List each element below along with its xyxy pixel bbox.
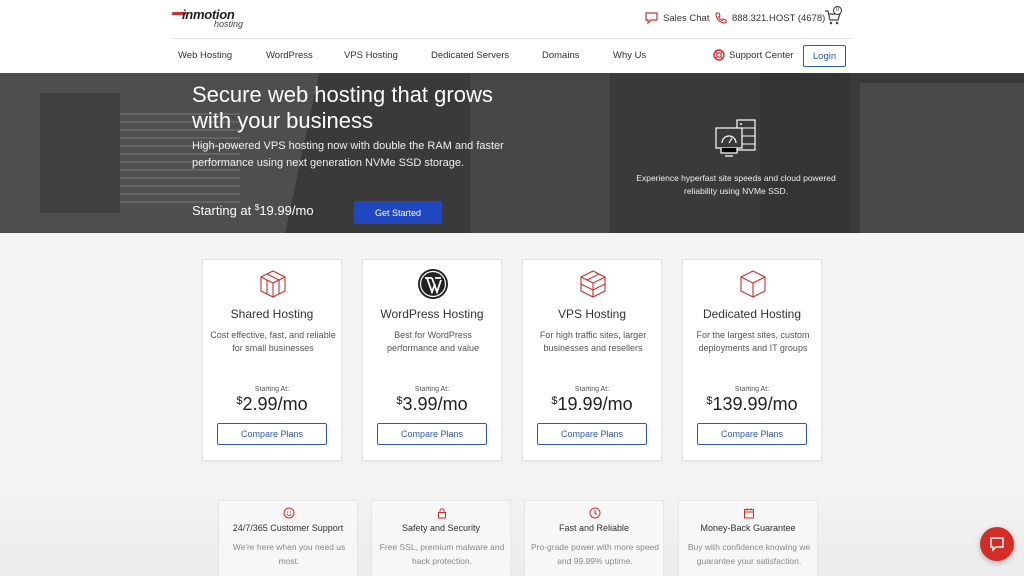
- hero-title: Secure web hosting that grows with your …: [192, 82, 493, 133]
- calendar-icon: [744, 508, 754, 519]
- card-price-unit: /mo: [437, 394, 468, 414]
- card-price-value: 139.99: [712, 394, 768, 414]
- feature-title: Fast and Reliable: [558, 523, 630, 533]
- phone-icon: [715, 12, 727, 24]
- feature-title: 24/7/365 Customer Support: [232, 523, 344, 533]
- card-price: $139.99/mo: [683, 394, 821, 415]
- get-started-button[interactable]: Get Started: [354, 201, 442, 224]
- card-description: For high traffic sites, larger businesse…: [539, 330, 647, 353]
- card-price-unit: /mo: [277, 394, 308, 414]
- card-price: $19.99/mo: [523, 394, 661, 415]
- nav-domains[interactable]: Domains: [542, 50, 580, 61]
- hero-price-suffix: /mo: [291, 203, 314, 218]
- cube-icon: [580, 270, 606, 298]
- sales-chat-link[interactable]: Sales Chat: [645, 11, 709, 25]
- hero-background-shape: [40, 93, 120, 213]
- hero-description: High-powered VPS hosting now with double…: [192, 140, 504, 169]
- sales-chat-label: Sales Chat: [663, 12, 710, 24]
- card-price-unit: /mo: [767, 394, 798, 414]
- smiley-icon: [283, 507, 295, 519]
- card-price-currency: $: [551, 395, 558, 407]
- hero-price-value: 19.99: [259, 203, 292, 218]
- nav-why-us[interactable]: Why Us: [613, 50, 646, 61]
- phone-number: 888.321.HOST (4678): [732, 12, 826, 24]
- card-price: $2.99/mo: [203, 394, 341, 415]
- feature-description: Pro-grade power with more speed and 99.9…: [530, 542, 660, 566]
- card-price-value: 3.99: [402, 394, 438, 414]
- live-chat-button[interactable]: [980, 527, 1014, 561]
- card-price-value: 2.99: [242, 394, 278, 414]
- support-center-label: Support Center: [729, 49, 794, 61]
- feature-description: Buy with confidence knowing we guarantee…: [687, 542, 811, 566]
- features-section: [0, 478, 1024, 576]
- shared-hosting-card: Shared Hosting Cost effective, fast, and…: [202, 259, 342, 461]
- chat-icon: [990, 537, 1004, 552]
- nav-vps-hosting[interactable]: VPS Hosting: [344, 50, 398, 61]
- card-title: Shared Hosting: [230, 307, 314, 321]
- hero-background-shape: [760, 73, 850, 233]
- logo-sub-text: hosting: [214, 19, 244, 29]
- wordpress-icon: [418, 269, 448, 299]
- compare-plans-button[interactable]: Compare Plans: [377, 423, 487, 445]
- dedicated-hosting-card: Dedicated Hosting For the largest sites,…: [682, 259, 822, 461]
- card-price-currency: $: [706, 395, 713, 407]
- card-title: WordPress Hosting: [380, 307, 484, 321]
- server-speed-icon: [715, 119, 756, 157]
- compare-plans-button[interactable]: Compare Plans: [217, 423, 327, 445]
- feature-safety-security: Safety and Security Free SSL, premium ma…: [371, 500, 511, 576]
- hero-price-prefix: Starting at: [192, 203, 255, 218]
- clock-icon: [589, 507, 601, 519]
- card-title: Dedicated Hosting: [702, 307, 802, 321]
- cart-count-badge: 0: [833, 6, 842, 15]
- lock-icon: [438, 508, 446, 519]
- card-description: Cost effective, fast, and reliable for s…: [210, 330, 336, 353]
- card-price-unit: /mo: [602, 394, 633, 414]
- phone-link[interactable]: 888.321.HOST (4678): [715, 11, 825, 25]
- card-starting-at: Starting At:: [254, 386, 290, 393]
- inmotion-logo[interactable]: inmotion hosting: [171, 7, 262, 31]
- support-center-link[interactable]: Support Center: [713, 49, 793, 61]
- hero-background-shape: [860, 83, 1024, 233]
- card-price-currency: $: [396, 395, 403, 407]
- top-bar: inmotion hosting Sales Chat 888.321.HOST…: [0, 0, 1024, 38]
- card-title: VPS Hosting: [557, 307, 627, 321]
- nav-dedicated-servers[interactable]: Dedicated Servers: [431, 50, 509, 61]
- nav-web-hosting[interactable]: Web Hosting: [178, 50, 232, 61]
- card-starting-at: Starting At:: [574, 386, 610, 393]
- nav-wordpress[interactable]: WordPress: [266, 50, 313, 61]
- feature-customer-support: 24/7/365 Customer Support We're here whe…: [218, 500, 358, 576]
- compare-plans-button[interactable]: Compare Plans: [697, 423, 807, 445]
- card-price-value: 19.99: [557, 394, 603, 414]
- card-price-currency: $: [236, 395, 243, 407]
- lifebuoy-icon: [713, 49, 725, 61]
- feature-fast-reliable: Fast and Reliable Pro-grade power with m…: [524, 500, 664, 576]
- card-price: $3.99/mo: [363, 394, 501, 415]
- nav-divider: [172, 38, 852, 39]
- feature-money-back: Money-Back Guarantee Buy with confidence…: [678, 500, 818, 576]
- cube-icon: [740, 270, 766, 298]
- feature-title: Safety and Security: [401, 523, 481, 533]
- login-button[interactable]: Login: [803, 45, 846, 67]
- card-description: Best for WordPress performance and value: [386, 330, 480, 353]
- hero-price: Starting at $19.99/mo: [192, 203, 314, 218]
- main-nav: [0, 38, 1024, 73]
- cube-icon: [260, 270, 286, 298]
- card-starting-at: Starting At:: [734, 386, 770, 393]
- feature-description: Free SSL, premium malware and hack prote…: [379, 542, 505, 566]
- feature-title: Money-Back Guarantee: [700, 523, 796, 533]
- card-description: For the largest sites, custom deployment…: [696, 330, 810, 353]
- feature-description: We're here when you need us most.: [232, 542, 346, 566]
- compare-plans-button[interactable]: Compare Plans: [537, 423, 647, 445]
- hero-side-text: Experience hyperfast site speeds and clo…: [636, 173, 836, 196]
- wordpress-hosting-card: WordPress Hosting Best for WordPress per…: [362, 259, 502, 461]
- card-starting-at: Starting At:: [414, 386, 450, 393]
- chat-icon: [645, 12, 658, 24]
- vps-hosting-card: VPS Hosting For high traffic sites, larg…: [522, 259, 662, 461]
